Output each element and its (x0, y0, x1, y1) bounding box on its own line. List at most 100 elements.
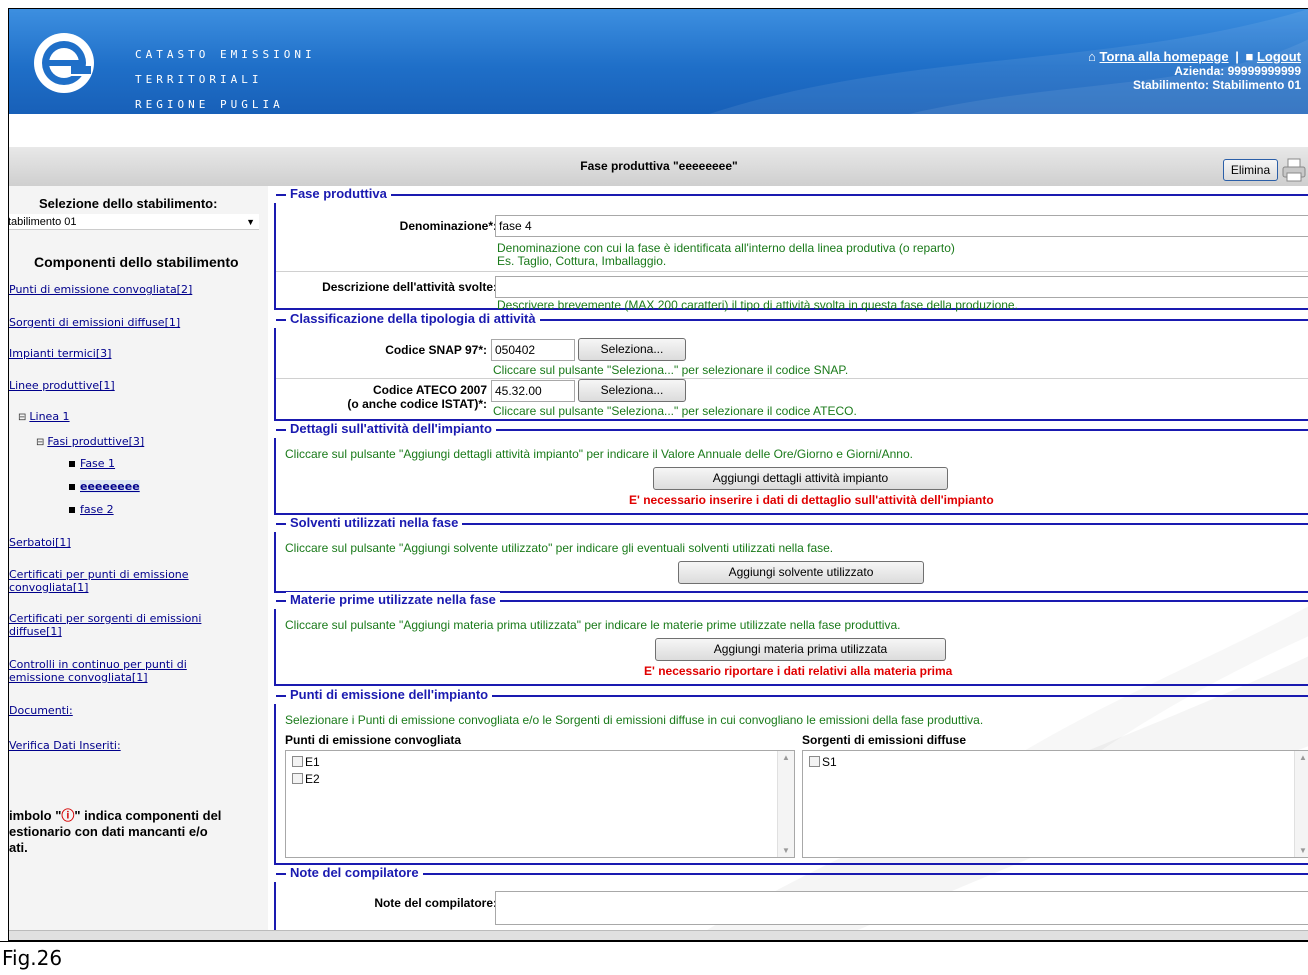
note-label: Note del compilatore: (374, 896, 497, 910)
sorgenti-scrollbar[interactable]: ▲ ▼ (1294, 751, 1308, 857)
add-solvente-button[interactable]: Aggiungi solvente utilizzato (678, 561, 924, 584)
page-title: Fase produttiva "eeeeeeee" (580, 159, 738, 173)
fieldset-classificazione: Classificazione della tipologia di attiv… (274, 311, 1308, 421)
checkbox-s1[interactable]: S1 (809, 755, 837, 769)
home-icon: ⌂ (1088, 49, 1096, 64)
fieldset-dettagli: Dettagli sull'attività dell'impianto Cli… (274, 421, 1308, 515)
note-textarea[interactable] (495, 891, 1308, 925)
nav-certificati-punti[interactable]: Certificati per punti di emissione convo… (9, 568, 189, 594)
punti-column-title: Punti di emissione convogliata (285, 733, 462, 747)
fieldset-fase-produttiva: Fase produttiva Denominazione*: fase 4 D… (274, 186, 1308, 312)
sorgenti-listbox[interactable]: S1 ▲ ▼ (802, 750, 1308, 858)
nav-fase-2[interactable]: fase 2 (80, 503, 114, 516)
materie-hint: Cliccare sul pulsante "Aggiungi materia … (285, 618, 901, 632)
page-titlebar: Fase produttiva "eeeeeeee" Elimina (9, 147, 1308, 186)
checkbox-e2[interactable]: E2 (292, 772, 320, 786)
home-link[interactable]: Torna alla homepage (1100, 49, 1229, 64)
cet-logo (34, 33, 94, 93)
nav-sorgenti-diffuse[interactable]: Sorgenti di emissioni diffuse[1] (9, 316, 180, 329)
bullet-icon (69, 506, 75, 513)
checkbox-box[interactable] (292, 756, 303, 767)
brand-line-1: Catasto Emissioni (135, 48, 316, 61)
fieldset-solventi: Solventi utilizzati nella fase Cliccare … (274, 515, 1308, 593)
checkbox-box[interactable] (809, 756, 820, 767)
selection-title: Selezione dello stabilimento: (39, 196, 218, 211)
legend-dettagli: Dettagli sull'attività dell'impianto (286, 421, 496, 437)
snap-hint: Cliccare sul pulsante "Seleziona..." per… (493, 363, 849, 377)
ateco-label: Codice ATECO 2007 (o anche codice ISTAT)… (347, 383, 487, 411)
nav-linea-1[interactable]: Linea 1 (29, 410, 69, 423)
nav-fasi-produttive[interactable]: Fasi produttive[3] (47, 435, 144, 448)
nav-fase-1[interactable]: Fase 1 (80, 457, 115, 470)
legend-text-2: estionario con dati mancanti e/o (9, 824, 208, 839)
nav-impianti-termici[interactable]: Impianti termici[3] (9, 347, 111, 360)
nav-punti-emissione[interactable]: Punti di emissione convogliata[2] (9, 283, 192, 296)
ateco-label-line-2: (o anche codice ISTAT)*: (347, 397, 487, 411)
materie-error: E' necessario riportare i dati relativi … (644, 664, 953, 678)
warning-icon: ⓘ (61, 808, 75, 823)
legend-text-1a: imbolo " (9, 808, 62, 823)
solventi-hint: Cliccare sul pulsante "Aggiungi solvente… (285, 541, 834, 555)
snap-select-button[interactable]: Seleziona... (578, 338, 686, 361)
separator: | (1235, 49, 1239, 64)
checkbox-label: E1 (305, 755, 320, 769)
checkbox-label: S1 (822, 755, 837, 769)
nav-linee-produttive[interactable]: Linee produttive[1] (9, 379, 115, 392)
descrizione-hint: Descrivere brevemente (MAX 200 caratteri… (497, 298, 1018, 312)
bullet-icon (69, 483, 75, 490)
snap-label: Codice SNAP 97*: (385, 343, 487, 357)
sidebar: Selezione dello stabilimento: tabiliment… (8, 186, 268, 940)
stabilimento-select-value: tabilimento 01 (8, 216, 77, 228)
ateco-select-button[interactable]: Seleziona... (578, 379, 686, 402)
legend-solventi: Solventi utilizzati nella fase (286, 515, 463, 531)
nav-serbatoi[interactable]: Serbatoi[1] (9, 536, 71, 549)
dettagli-hint: Cliccare sul pulsante "Aggiungi dettagli… (285, 447, 913, 461)
add-materia-button[interactable]: Aggiungi materia prima utilizzata (655, 638, 946, 661)
app-header: Catasto Emissioni Territoriali Regione P… (9, 9, 1308, 114)
main-content: Fase produttiva Denominazione*: fase 4 D… (268, 186, 1308, 940)
legend-fase-produttiva: Fase produttiva (286, 186, 391, 202)
logout-link[interactable]: Logout (1257, 49, 1301, 64)
sorgenti-column-title: Sorgenti di emissioni diffuse (802, 733, 967, 747)
punti-listbox[interactable]: E1 E2 ▲ ▼ (285, 750, 795, 858)
punti-hint: Selezionare i Punti di emissione convogl… (285, 713, 984, 727)
nav-verifica-dati[interactable]: Verifica Dati Inseriti: (9, 739, 121, 752)
legend-note: Note del compilatore (286, 865, 423, 881)
descrizione-label: Descrizione dell'attività svolte: (322, 280, 497, 294)
brand-line-3: Regione Puglia (135, 98, 284, 111)
collapse-icon[interactable]: ⊟ (36, 437, 44, 448)
legend-text-1b: " indica componenti del (74, 808, 222, 823)
nav-controlli-continuo[interactable]: Controlli in continuo per punti di emiss… (9, 658, 187, 684)
denominazione-input[interactable]: fase 4 (495, 215, 1308, 237)
header-user-panel: ⌂ Torna alla homepage | ■ Logout Azienda… (1088, 49, 1301, 93)
scroll-down-icon[interactable]: ▼ (1299, 846, 1307, 855)
scroll-up-icon[interactable]: ▲ (1299, 753, 1307, 762)
descrizione-input[interactable] (495, 276, 1308, 298)
fieldset-punti-emissione: Punti di emissione dell'impianto Selezio… (274, 687, 1308, 865)
brand-text: Catasto Emissioni Territoriali Regione P… (135, 42, 316, 114)
bullet-icon (69, 460, 75, 467)
checkbox-label: E2 (305, 772, 320, 786)
nav-certificati-sorgenti[interactable]: Certificati per sorgenti di emissioni di… (9, 612, 201, 638)
nav-current-fase[interactable]: eeeeeeee (80, 480, 140, 493)
missing-data-legend: imbolo "ⓘ" indica componenti del estiona… (9, 808, 268, 856)
nav-documenti[interactable]: Documenti: (9, 704, 73, 717)
scroll-up-icon[interactable]: ▲ (782, 753, 790, 762)
scroll-down-icon[interactable]: ▼ (782, 846, 790, 855)
denominazione-hint-2: Es. Taglio, Cottura, Imballaggio. (497, 254, 667, 268)
checkbox-box[interactable] (292, 773, 303, 784)
legend-materie: Materie prime utilizzate nella fase (286, 592, 500, 608)
snap-input[interactable]: 050402 (491, 339, 575, 361)
add-dettagli-button[interactable]: Aggiungi dettagli attività impianto (653, 467, 948, 490)
punti-scrollbar[interactable]: ▲ ▼ (777, 751, 794, 857)
stabilimento-select[interactable]: tabilimento 01 ▼ (8, 214, 259, 230)
ateco-hint: Cliccare sul pulsante "Seleziona..." per… (493, 404, 857, 418)
ateco-label-line-1: Codice ATECO 2007 (372, 383, 487, 397)
checkbox-e1[interactable]: E1 (292, 755, 320, 769)
collapse-icon[interactable]: ⊟ (18, 412, 26, 423)
printer-icon[interactable] (1281, 157, 1307, 183)
delete-button[interactable]: Elimina (1223, 159, 1278, 181)
ateco-input[interactable]: 45.32.00 (491, 380, 575, 402)
fieldset-materie: Materie prime utilizzate nella fase Clic… (274, 592, 1308, 686)
figure-caption: Fig.26 (0, 941, 1308, 975)
